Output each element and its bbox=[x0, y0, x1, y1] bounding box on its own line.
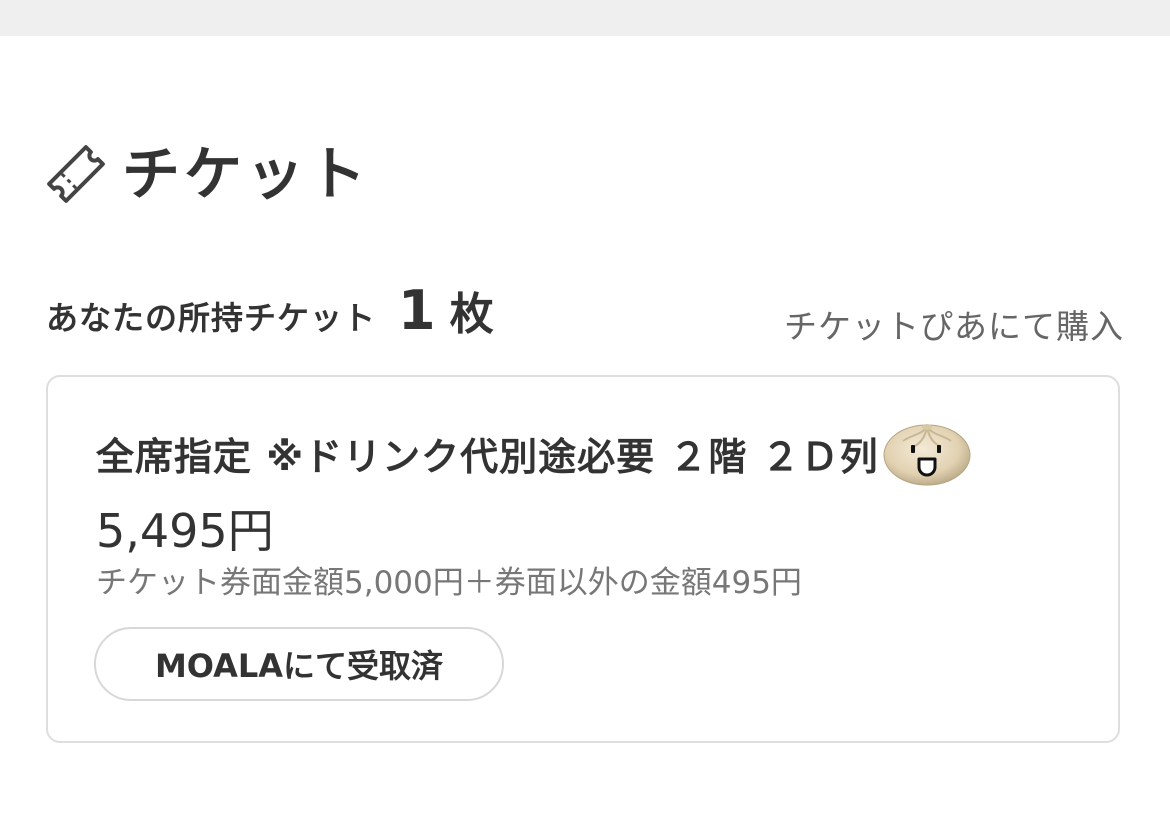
received-status-button[interactable]: MOALAにて受取済 bbox=[94, 627, 504, 701]
owned-tickets-summary: あなたの所持チケット 1 枚 bbox=[46, 278, 494, 342]
owned-tickets-unit: 枚 bbox=[449, 289, 494, 340]
section-title: チケット bbox=[122, 140, 371, 208]
price-breakdown: チケット券面金額5,000円＋券面以外の金額495円 bbox=[96, 565, 802, 601]
owned-tickets-count: 1 bbox=[398, 279, 436, 342]
top-bar bbox=[0, 0, 1170, 36]
steamed-bun-face-icon bbox=[883, 424, 971, 486]
owned-tickets-label: あなたの所持チケット bbox=[46, 299, 377, 337]
ticket-section-header: チケット bbox=[44, 138, 370, 210]
seat-info: 全席指定 ※ドリンク代別途必要 ２階 ２Ｄ列 bbox=[96, 434, 879, 479]
buy-at-ticket-pia-link[interactable]: チケットぴあにて購入 bbox=[784, 300, 1124, 348]
ticket-icon bbox=[47, 145, 105, 203]
ticket-card: 全席指定 ※ドリンク代別途必要 ２階 ２Ｄ列 5,495円 チケット券面金額5,… bbox=[46, 375, 1120, 743]
ticket-price: 5,495円 bbox=[96, 504, 274, 558]
seat-row: 全席指定 ※ドリンク代別途必要 ２階 ２Ｄ列 bbox=[96, 419, 973, 487]
